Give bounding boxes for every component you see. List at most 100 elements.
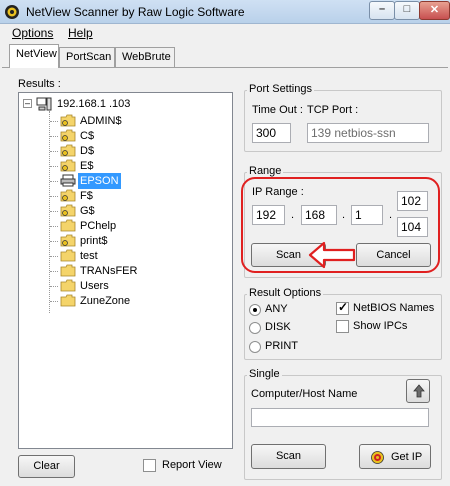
radio-any-label: ANY (265, 303, 288, 315)
tree-item-label: ADMIN$ (80, 115, 122, 127)
tree-connector (50, 166, 58, 167)
tree-connector (50, 121, 58, 122)
title-bar[interactable]: NetView Scanner by Raw Logic Software – … (0, 0, 450, 24)
tree-host-row[interactable]: – 192.168.1 .103 (23, 96, 223, 112)
tree-item-label: ZuneZone (80, 295, 131, 307)
folder-icon (60, 219, 76, 232)
port-settings-title: Port Settings (247, 83, 314, 95)
window-title: NetView Scanner by Raw Logic Software (26, 5, 245, 19)
tab-panel-border (2, 67, 448, 68)
tree-item-row[interactable]: TRANsFER (50, 263, 220, 279)
timeout-input[interactable]: 300 (252, 123, 291, 143)
get-ip-button[interactable]: Get IP (359, 444, 431, 469)
results-label: Results : (18, 78, 61, 90)
tree-item-row[interactable]: PChelp (50, 218, 220, 234)
tab-webbrute[interactable]: WebBrute (115, 47, 175, 67)
tree-item-label: test (80, 250, 98, 262)
tree-item-row[interactable]: Users (50, 278, 220, 294)
menu-options[interactable]: Options (12, 26, 53, 40)
tab-portscan[interactable]: PortScan (59, 47, 115, 67)
arrow-up-icon (413, 384, 425, 398)
range-title: Range (247, 165, 284, 177)
tcp-port-input[interactable]: 139 netbios-ssn (307, 123, 429, 143)
tree-connector (50, 151, 58, 152)
target-icon (371, 451, 384, 464)
folder-icon (60, 279, 76, 292)
tree-item-row[interactable]: D$ (50, 143, 220, 159)
shared-folder-icon (60, 114, 76, 127)
menu-help-label: Help (68, 26, 93, 40)
close-button[interactable]: ✕ (419, 1, 450, 20)
tree-item-row[interactable]: ZuneZone (50, 293, 220, 309)
tcp-port-label: TCP Port : (307, 104, 359, 116)
tree-item-row[interactable]: C$ (50, 128, 220, 144)
tree-connector (50, 241, 58, 242)
report-view-checkbox[interactable] (143, 459, 156, 472)
shared-folder-icon (60, 159, 76, 172)
tree-connector (50, 136, 58, 137)
tree-connector (50, 226, 58, 227)
tab-webbrute-label: WebBrute (122, 51, 171, 63)
tab-netview[interactable]: NetView (9, 44, 59, 68)
maximize-icon: □ (403, 3, 411, 15)
timeout-label: Time Out : (252, 104, 303, 116)
minimize-icon: – (378, 3, 386, 15)
radio-disk[interactable] (249, 322, 261, 334)
netbios-names-label: NetBIOS Names (353, 302, 435, 314)
tree-item-row[interactable]: F$ (50, 188, 220, 204)
collapse-icon[interactable]: – (23, 99, 32, 108)
host-ip-label: 192.168.1 .103 (57, 98, 131, 110)
result-options-title: Result Options (247, 287, 324, 299)
show-ipcs-label: Show IPCs (353, 320, 408, 332)
shared-folder-icon (60, 204, 76, 217)
tree-item-label: D$ (80, 145, 95, 157)
menu-help[interactable]: Help (68, 26, 93, 40)
tree-item-label: F$ (80, 190, 93, 202)
results-tree[interactable]: – 192.168.1 .103 ADMIN$ C$ D$ E$ EPSON F$ G$ PC… (18, 92, 233, 449)
app-window: NetView Scanner by Raw Logic Software – … (0, 0, 450, 486)
maximize-button[interactable]: □ (394, 1, 420, 20)
check-mark-icon: ✓ (338, 300, 349, 314)
arrow-up-button[interactable] (406, 379, 430, 403)
shared-folder-icon (60, 144, 76, 157)
folder-icon (60, 249, 76, 262)
tree-connector (50, 256, 58, 257)
folder-icon (60, 294, 76, 307)
tree-item-label: E$ (80, 160, 94, 172)
tree-connector (50, 196, 58, 197)
tree-item-label: C$ (80, 130, 95, 142)
shared-folder-icon (60, 129, 76, 142)
get-ip-button-label: Get IP (391, 451, 423, 463)
shared-folder-icon (60, 234, 76, 247)
radio-any[interactable] (249, 304, 261, 316)
tree-item-row[interactable]: EPSON (50, 172, 220, 190)
app-logo-icon (5, 5, 19, 19)
tree-item-label: print$ (80, 235, 108, 247)
clear-button-label: Clear (33, 460, 60, 472)
clear-button[interactable]: Clear (18, 455, 75, 478)
radio-print-label: PRINT (265, 340, 298, 352)
minimize-button[interactable]: – (369, 1, 395, 20)
shared-folder-icon (60, 189, 76, 202)
tab-portscan-label: PortScan (66, 51, 112, 63)
tree-item-row[interactable]: G$ (50, 203, 220, 219)
tree-item-label: G$ (80, 205, 95, 217)
tree-item-row[interactable]: test (50, 248, 220, 264)
menu-options-label: Options (12, 26, 54, 40)
tree-item-label: EPSON (77, 172, 122, 190)
radio-print[interactable] (249, 341, 261, 353)
annotation-arrow-icon (308, 241, 356, 269)
show-ipcs-checkbox[interactable] (336, 320, 349, 333)
tree-item-row[interactable]: ADMIN$ (50, 113, 220, 129)
single-scan-button[interactable]: Scan (251, 444, 326, 469)
tree-item-row[interactable]: E$ (50, 158, 220, 174)
tree-connector (50, 301, 58, 302)
tree-connector (50, 286, 58, 287)
tree-item-row[interactable]: print$ (50, 233, 220, 249)
netbios-names-checkbox[interactable]: ✓ (336, 300, 349, 315)
tree-connector (50, 211, 58, 212)
tree-item-label: Users (80, 280, 109, 292)
single-title: Single (247, 368, 282, 380)
computer-icon (36, 97, 52, 111)
host-name-input[interactable] (251, 408, 429, 427)
